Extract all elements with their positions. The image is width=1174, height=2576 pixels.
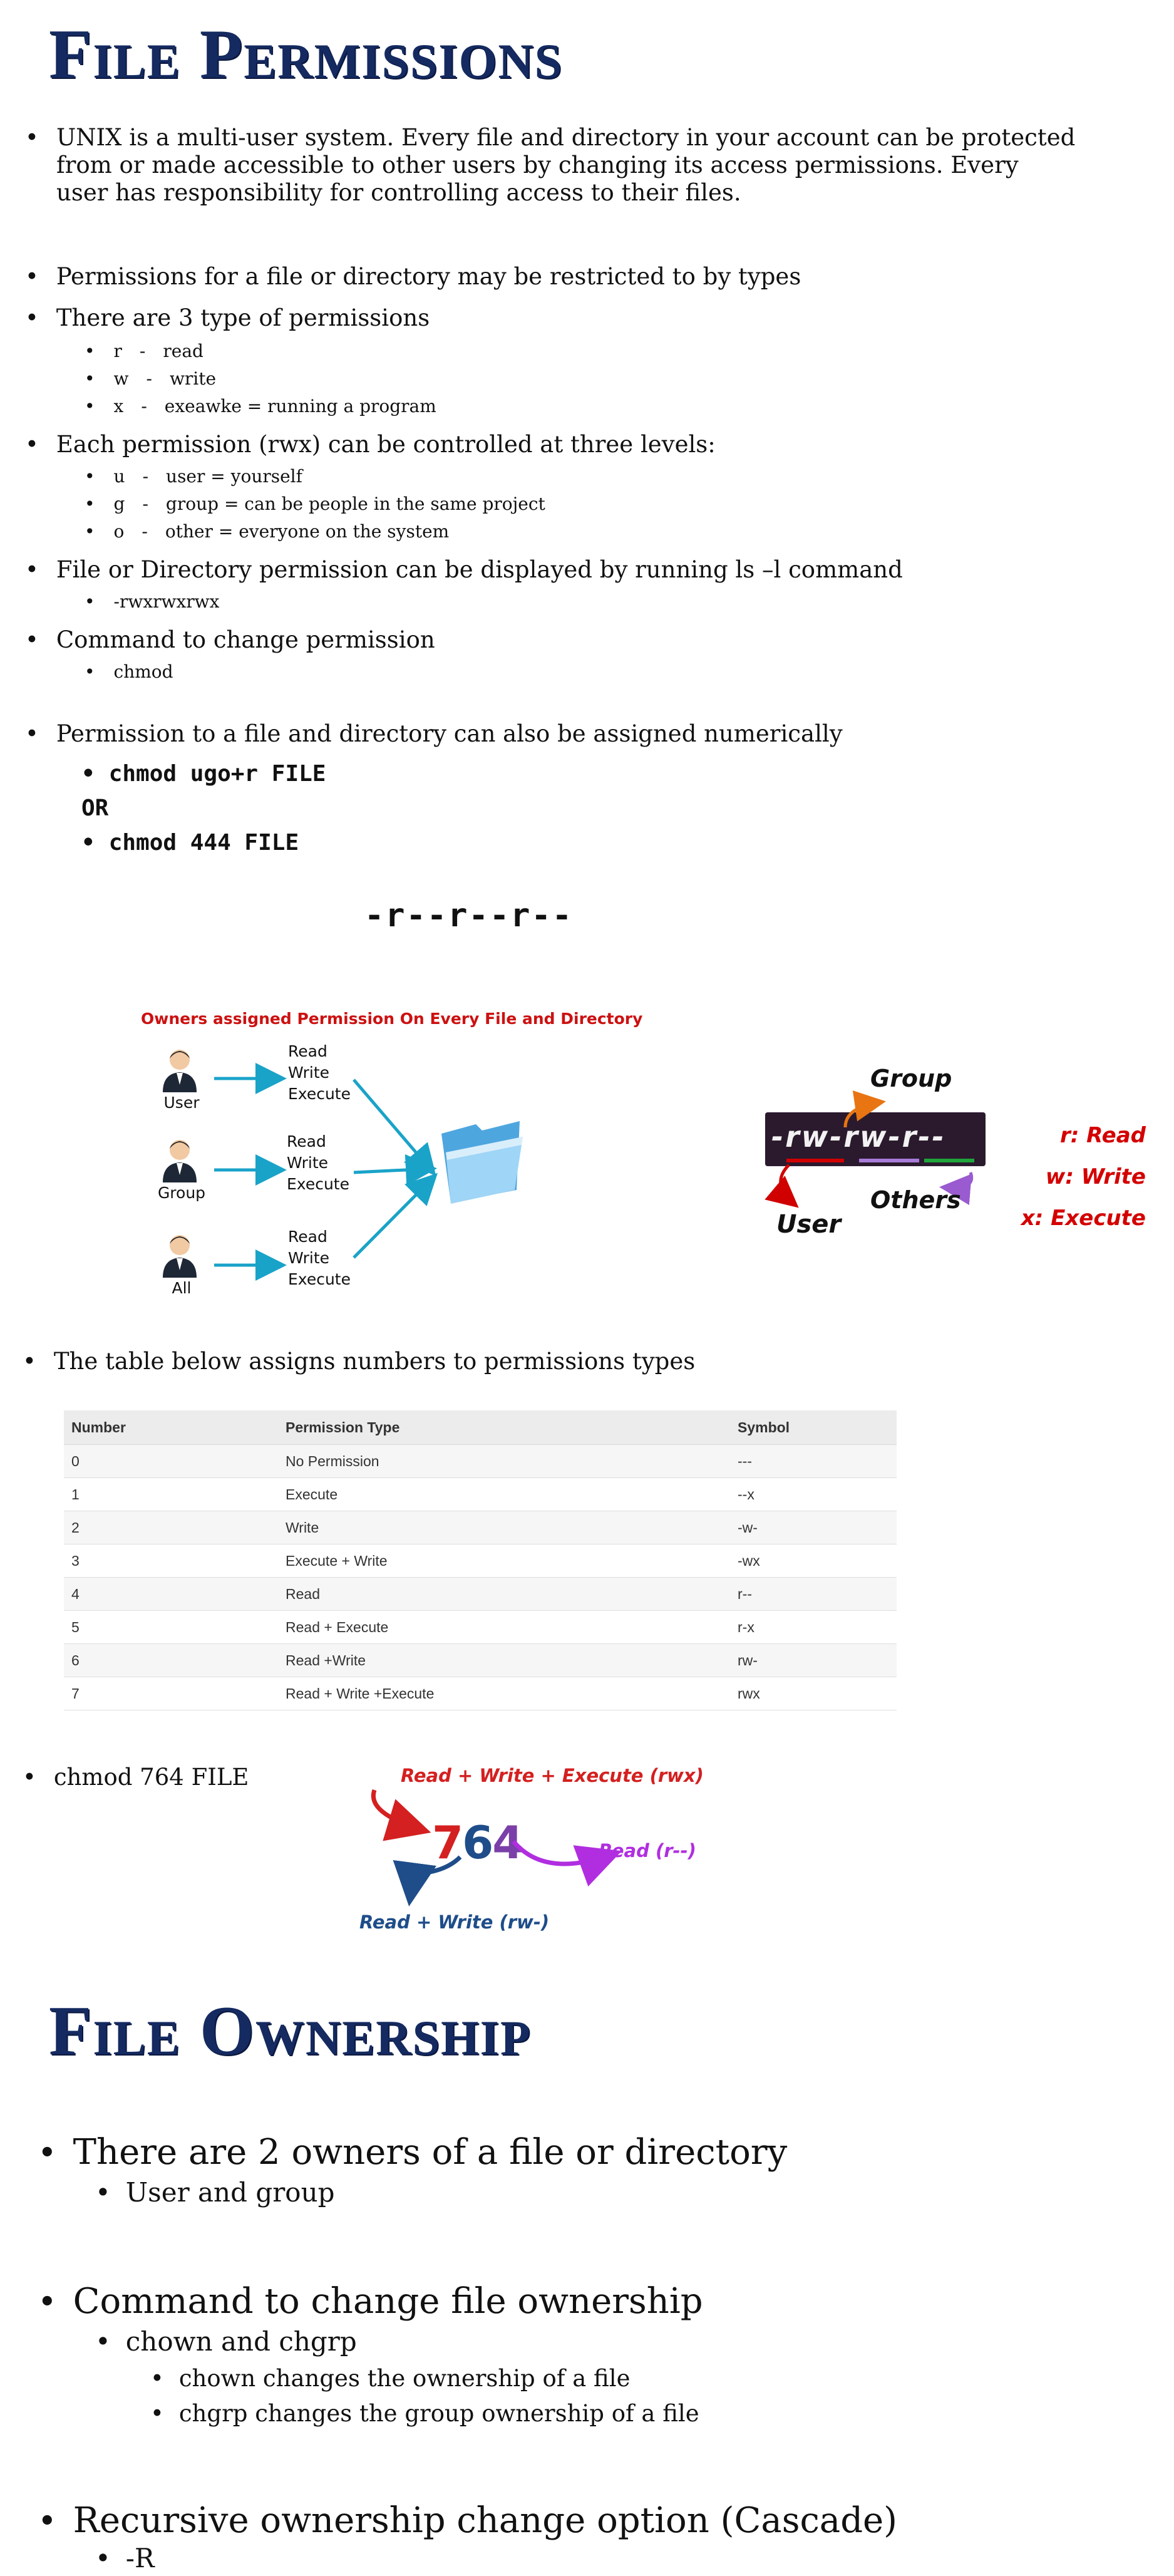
intro-text: UNIX is a multi-user system. Every file … (56, 124, 1076, 206)
levels-list: • u - user = yourself • g - group = can be peo… (85, 466, 545, 549)
chgrp-desc: chgrp changes the group ownership of a f… (178, 2400, 699, 2427)
table-row: 6 Read +Write rw- (64, 1643, 897, 1677)
list-item: • chmod (85, 661, 173, 682)
rwx-group-label: Group (870, 1065, 952, 1092)
legend-execute: x: Execute (1021, 1206, 1146, 1231)
table-row: 2 Write -w- (64, 1511, 897, 1544)
list-item: • w - write (85, 368, 217, 389)
list-item: • chmod ugo+r FILE (81, 761, 326, 787)
list-item: • chown changes the ownership of a file (150, 2365, 631, 2392)
table-row: 5 Read + Execute r-x (64, 1610, 897, 1644)
list-item: • Each permission (rwx) can be controlled… (25, 431, 716, 458)
change-ownership-sub: chown and chgrp (125, 2326, 357, 2357)
legend-read: r: Read (1059, 1123, 1146, 1148)
table-header: Permission Type (278, 1410, 730, 1445)
list-item: • r - read (85, 341, 203, 361)
rwx-legend: r: Read w: Write x: Execute (1014, 1115, 1146, 1239)
or-label: OR (81, 795, 109, 821)
ownership-title: File Ownership (49, 1992, 532, 2070)
list-item: • UNIX is a multi-user system. Every fil… (25, 124, 1077, 207)
display-example: -rwxrwxrwx (113, 591, 220, 612)
table-header: Number (64, 1410, 278, 1445)
list-item: • o - other = everyone on the system (85, 521, 450, 542)
list-item: • Recursive ownership change option (Casc… (38, 2500, 898, 2541)
types-list: • r - read • w - write • x - exeawke = running a … (85, 341, 436, 423)
table-header-row: Number Permission Type Symbol (64, 1410, 897, 1445)
list-item: • Command to change file ownership (38, 2281, 703, 2322)
list-item: • There are 2 owners of a file or directo… (38, 2132, 788, 2173)
list-item: • chmod 444 FILE (81, 830, 299, 856)
list-item: • x - exeawke = running a program (85, 396, 436, 416)
numeric-commands: • chmod ugo+r FILE OR • chmod 444 FILE (81, 757, 326, 860)
types-heading: There are 3 type of permissions (56, 304, 430, 331)
change-ownership-heading: Command to change file ownership (73, 2281, 703, 2322)
display-heading: File or Directory permission can be disp… (56, 556, 903, 583)
owners-arrows (214, 1063, 523, 1281)
list-item: • User and group (95, 2177, 335, 2208)
owners-sub: User and group (125, 2177, 335, 2208)
list-item: • chgrp changes the group ownership of a … (150, 2400, 699, 2427)
list-item: • Permissions for a file or directory may… (25, 263, 801, 290)
rwx-others-label: Others (870, 1186, 961, 1214)
permissions-title: File Permissions (49, 16, 564, 93)
recursive-flag: -R (125, 2543, 155, 2573)
list-item: • Permission to a file and directory can … (25, 720, 843, 747)
table-row: 7 Read + Write +Execute rwx (64, 1677, 897, 1710)
recursive-heading: Recursive ownership change option (Casca… (73, 2500, 898, 2541)
levels-heading: Each permission (rwx) can be controlled … (56, 431, 716, 458)
permissions-table-wrapper: Number Permission Type Symbol 0 No Permis… (64, 1410, 897, 1710)
chmod764-label: chmod 764 FILE (53, 1764, 249, 1791)
list-item: • Command to change permission (25, 626, 435, 653)
change-heading: Command to change permission (56, 626, 435, 653)
owners-heading: There are 2 owners of a file or director… (73, 2132, 788, 2173)
list-item: • chmod 764 FILE (23, 1764, 249, 1791)
table-row: 0 No Permission --- (64, 1444, 897, 1478)
folder-icon (441, 1121, 523, 1204)
rwx-user-label: User (776, 1210, 842, 1239)
chmod764-arrows (371, 1789, 622, 1906)
legend-write: w: Write (1045, 1164, 1146, 1189)
change-command: chmod (113, 661, 173, 682)
table-row: 3 Execute + Write -wx (64, 1544, 897, 1578)
chown-desc: chown changes the ownership of a file (178, 2365, 631, 2392)
list-item: • -rwxrwxrwx (85, 591, 220, 612)
result-string: -r--r--r-- (364, 897, 574, 934)
table-row: 4 Read r-- (64, 1577, 897, 1611)
list-item: • g - group = can be people in the same pro… (85, 494, 545, 514)
list-item: • There are 3 type of permissions (25, 304, 430, 331)
permissions-table: Number Permission Type Symbol 0 No Permis… (64, 1410, 897, 1710)
list-item: • chown and chgrp (95, 2326, 357, 2357)
table-row: 1 Execute --x (64, 1477, 897, 1511)
numeric-heading: Permission to a file and directory can a… (56, 720, 843, 747)
table-intro: The table below assigns numbers to permi… (53, 1348, 696, 1375)
restricted-text: Permissions for a file or directory may … (56, 263, 801, 290)
list-item: • u - user = yourself (85, 466, 303, 487)
table-header: Symbol (730, 1410, 897, 1445)
list-item: • File or Directory permission can be dis… (25, 556, 903, 583)
list-item: • The table below assigns numbers to perm… (23, 1348, 696, 1375)
list-item: • -R (95, 2543, 155, 2573)
